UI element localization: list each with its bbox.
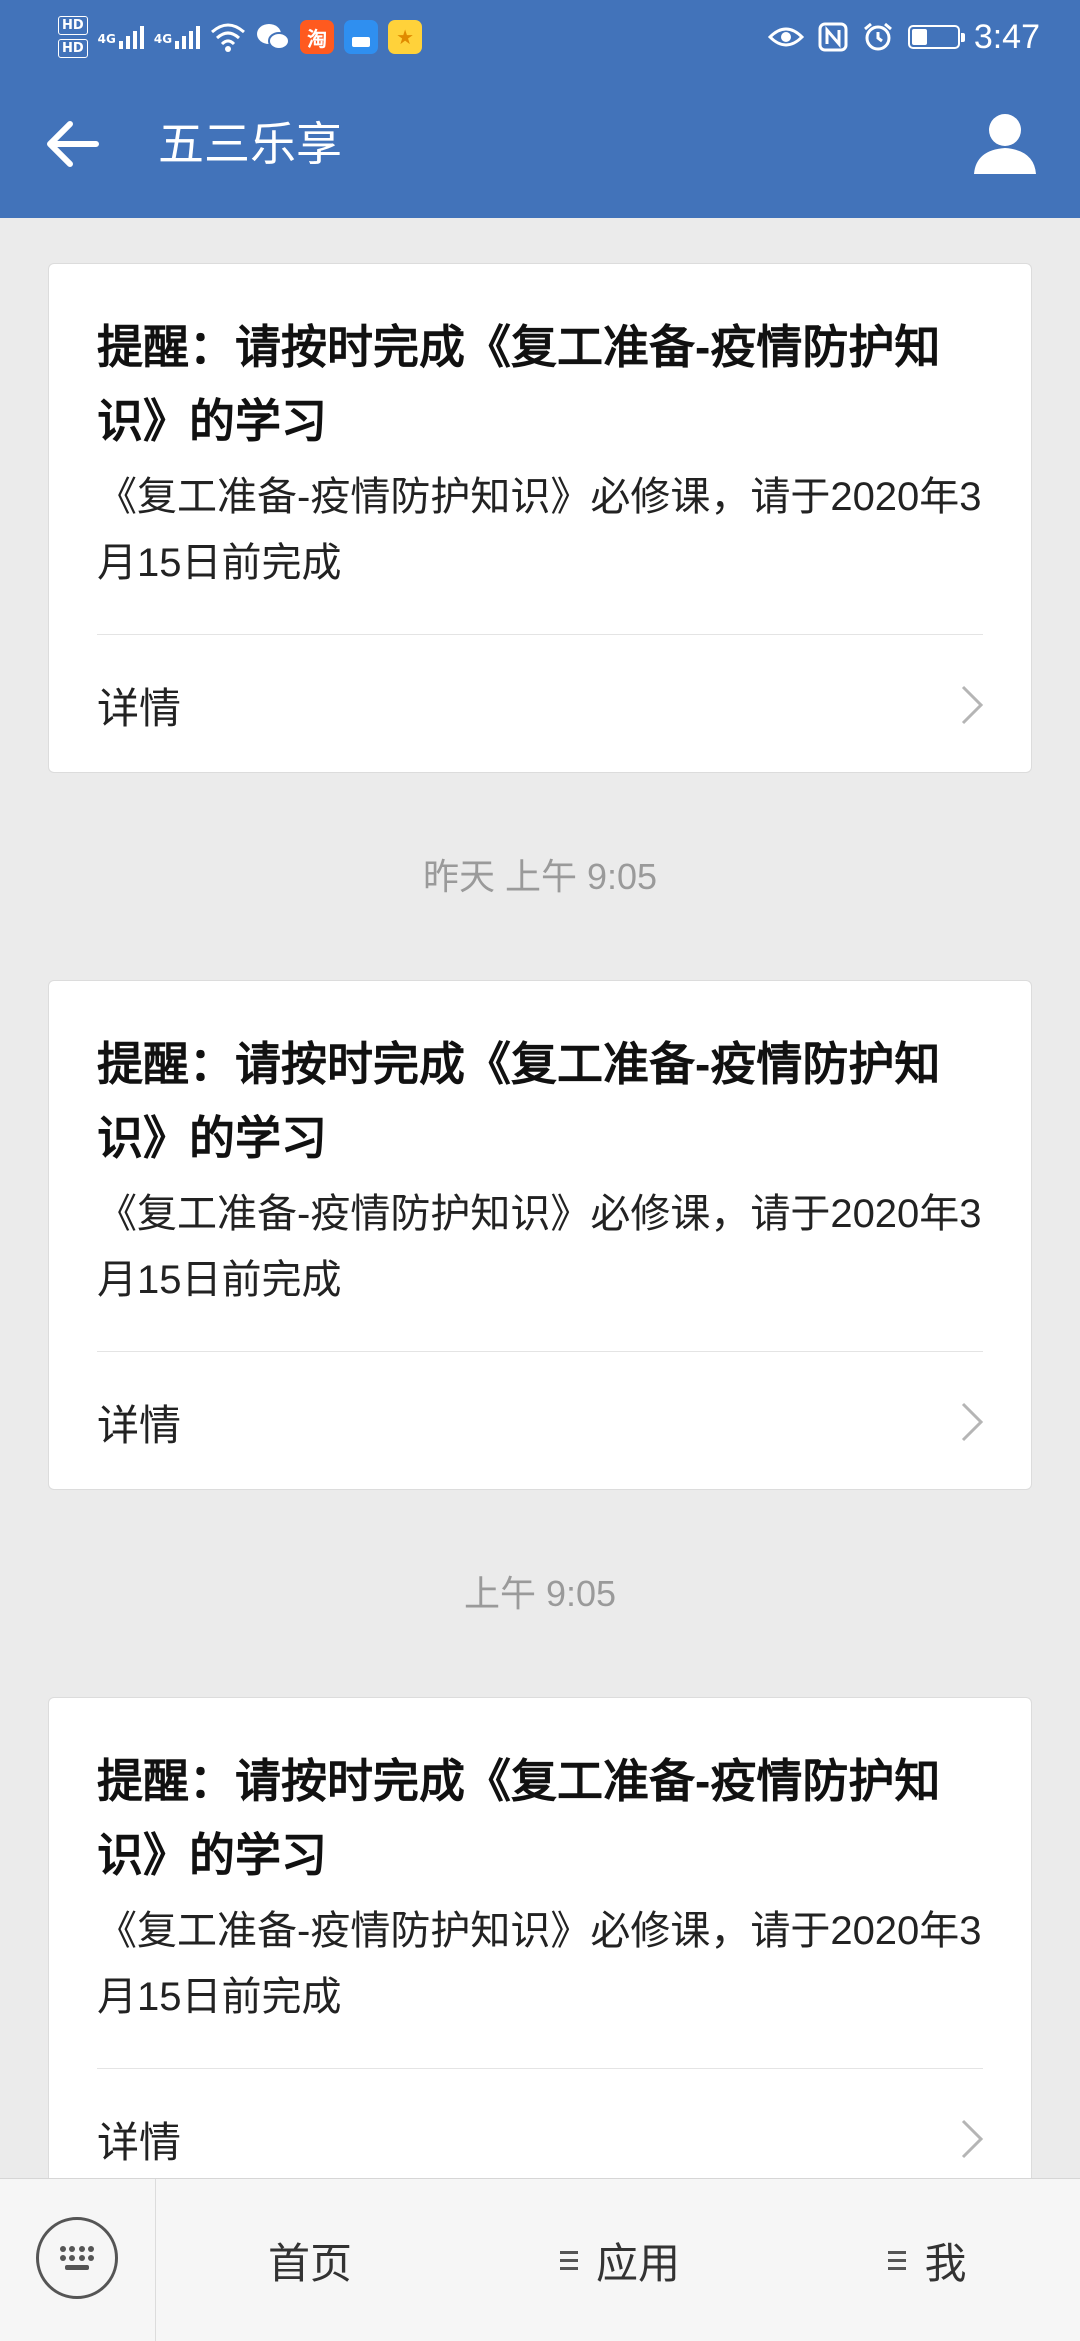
- nav-apps[interactable]: 应用: [465, 2179, 775, 2341]
- message-title: 提醒：请按时完成《复工准备-疫情防护知识》的学习: [97, 321, 941, 447]
- detail-label: 详情: [97, 1401, 182, 1449]
- detail-link[interactable]: 详情: [97, 636, 1007, 774]
- sim1-label: 4G: [97, 31, 116, 46]
- chevron-right-icon: [961, 2119, 984, 2159]
- eye-icon: [767, 27, 804, 47]
- app-header: 五三乐享: [0, 70, 1080, 218]
- nav-home[interactable]: 首页: [155, 2179, 465, 2341]
- message-title: 提醒：请按时完成《复工准备-疫情防护知识》的学习: [97, 1038, 941, 1164]
- keyboard-toggle-area: [0, 2179, 156, 2341]
- message-body: 《复工准备-疫情防护知识》必修课，请于2020年3月15日前完成: [97, 475, 982, 585]
- status-bar: HD HD 4G 4G 淘 ★ 3:47: [0, 0, 1080, 70]
- divider: [97, 1351, 983, 1352]
- menu-icon: [888, 2250, 907, 2270]
- menu-icon: [559, 2250, 578, 2270]
- back-arrow-icon[interactable]: [42, 112, 106, 176]
- wifi-icon: [211, 23, 246, 52]
- signal-icon: 4G: [97, 25, 144, 49]
- taobao-icon: 淘: [300, 20, 335, 54]
- alarm-icon: [863, 22, 892, 51]
- nav-home-label: 首页: [267, 2239, 352, 2287]
- battery-icon: [907, 25, 965, 49]
- message-card: 提醒：请按时完成《复工准备-疫情防护知识》的学习 《复工准备-疫情防护知识》必修…: [48, 1697, 1032, 2207]
- app-icon: [344, 20, 379, 54]
- chevron-right-icon: [961, 1402, 984, 1442]
- clock: 3:47: [973, 17, 1040, 56]
- bottom-nav: 首页 应用 我: [0, 2178, 1080, 2341]
- nfc-icon: [818, 22, 848, 52]
- sim2-label: 4G: [153, 31, 173, 46]
- divider: [97, 2068, 983, 2069]
- message-body: 《复工准备-疫情防护知识》必修课，请于2020年3月15日前完成: [97, 1192, 982, 1302]
- status-left: HD HD 4G 4G 淘 ★: [58, 8, 423, 66]
- detail-label: 详情: [97, 2118, 182, 2166]
- message-card: 提醒：请按时完成《复工准备-疫情防护知识》的学习 《复工准备-疫情防护知识》必修…: [48, 980, 1032, 1490]
- profile-icon[interactable]: [970, 108, 1040, 178]
- hd-indicator: HD HD: [58, 14, 88, 60]
- nav-me-label: 我: [924, 2239, 967, 2287]
- signal-icon-2: 4G: [153, 25, 201, 49]
- battery-fill: [911, 29, 928, 45]
- chevron-right-icon: [961, 685, 984, 725]
- hd1-label: HD: [58, 16, 88, 35]
- keyboard-icon: [60, 2246, 94, 2270]
- keyboard-toggle-button[interactable]: [36, 2217, 118, 2299]
- detail-link[interactable]: 详情: [97, 1353, 1007, 1491]
- nav-apps-label: 应用: [595, 2239, 680, 2287]
- star-app-icon: ★: [388, 20, 423, 54]
- page-title: 五三乐享: [158, 118, 342, 170]
- message-card: 提醒：请按时完成《复工准备-疫情防护知识》的学习 《复工准备-疫情防护知识》必修…: [48, 263, 1032, 773]
- timestamp: 昨天 上午 9:05: [422, 856, 658, 897]
- timestamp: 上午 9:05: [463, 1573, 617, 1614]
- divider: [97, 634, 983, 635]
- status-right: 3:47: [767, 8, 1040, 66]
- detail-label: 详情: [97, 684, 182, 732]
- hd2-label: HD: [58, 39, 88, 58]
- message-body: 《复工准备-疫情防护知识》必修课，请于2020年3月15日前完成: [97, 1909, 982, 2019]
- message-title: 提醒：请按时完成《复工准备-疫情防护知识》的学习: [97, 1755, 941, 1881]
- wechat-icon: [257, 24, 291, 50]
- nav-me[interactable]: 我: [775, 2179, 1080, 2341]
